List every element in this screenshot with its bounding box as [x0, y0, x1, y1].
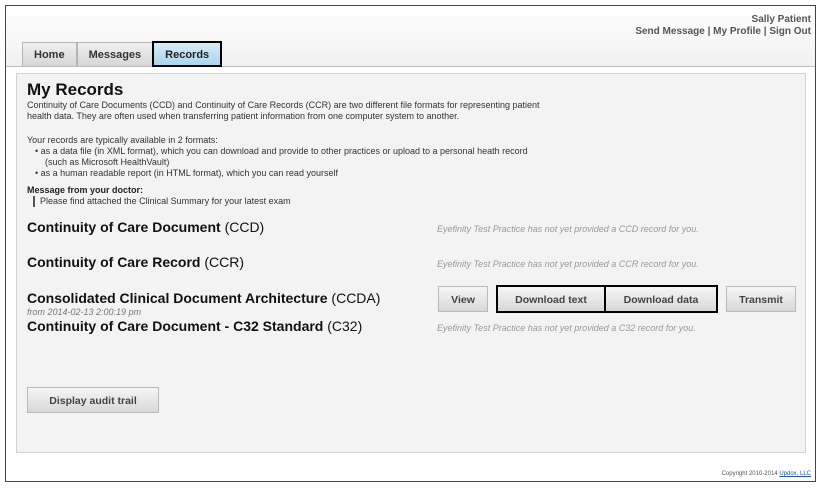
- updox-link[interactable]: Updox, LLC: [779, 471, 811, 477]
- sign-out-link[interactable]: Sign Out: [769, 26, 811, 37]
- tab-records[interactable]: Records: [152, 41, 223, 67]
- user-links: Send Message | My Profile | Sign Out: [635, 26, 811, 38]
- format-item-xml: as a data file (in XML format), which yo…: [35, 146, 528, 168]
- ccr-note: Eyefinity Test Practice has not yet prov…: [437, 259, 699, 269]
- ccd-title: Continuity of Care Document (CCD): [27, 219, 264, 235]
- ccr-abbr: (CCR): [204, 254, 245, 270]
- c32-title: Continuity of Care Document - C32 Standa…: [27, 318, 362, 334]
- app-window: Sally Patient Send Message | My Profile …: [5, 5, 816, 482]
- ccr-title-text: Continuity of Care Record: [27, 254, 201, 270]
- user-info: Sally Patient Send Message | My Profile …: [635, 14, 811, 38]
- ccd-abbr: (CCD): [224, 219, 265, 235]
- nav-tabs: Home Messages Records: [22, 41, 223, 67]
- ccda-date: from 2014-02-13 2:00:19 pm: [27, 307, 142, 317]
- tab-home[interactable]: Home: [22, 42, 77, 66]
- ccd-note: Eyefinity Test Practice has not yet prov…: [437, 224, 699, 234]
- doctor-message-title: Message from your doctor:: [27, 185, 144, 195]
- user-name: Sally Patient: [751, 14, 811, 25]
- records-panel: My Records Continuity of Care Documents …: [16, 73, 806, 453]
- transmit-button[interactable]: Transmit: [726, 286, 796, 312]
- my-profile-link[interactable]: My Profile: [713, 26, 761, 37]
- ccda-title-text: Consolidated Clinical Document Architect…: [27, 290, 328, 306]
- formats-list: as a data file (in XML format), which yo…: [35, 146, 528, 179]
- view-button[interactable]: View: [438, 286, 488, 312]
- intro-text-line-2: health data. They are often used when tr…: [27, 111, 460, 121]
- ccda-title: Consolidated Clinical Document Architect…: [27, 290, 380, 306]
- ccr-title: Continuity of Care Record (CCR): [27, 254, 244, 270]
- copyright-text: Copyright 2010-2014: [721, 471, 778, 477]
- page-title: My Records: [27, 80, 124, 99]
- c32-note: Eyefinity Test Practice has not yet prov…: [437, 323, 696, 333]
- c32-title-text: Continuity of Care Document - C32 Standa…: [27, 318, 324, 334]
- format-item-xml-cont: (such as Microsoft HealthVault): [45, 157, 170, 167]
- format-item-xml-text: as a data file (in XML format), which yo…: [40, 146, 528, 156]
- footer: Copyright 2010-2014 Updox, LLC: [722, 471, 811, 477]
- header: Sally Patient Send Message | My Profile …: [6, 6, 815, 67]
- send-message-link[interactable]: Send Message: [635, 26, 704, 37]
- link-separator: |: [704, 26, 714, 37]
- doctor-message-body: Please find attached the Clinical Summar…: [33, 196, 291, 207]
- ccda-abbr: (CCDA): [331, 290, 381, 306]
- intro-text-line-1: Continuity of Care Documents (CCD) and C…: [27, 100, 540, 110]
- formats-intro: Your records are typically available in …: [27, 135, 218, 145]
- download-data-button[interactable]: Download data: [604, 285, 718, 313]
- main-content: My Records Continuity of Care Documents …: [6, 67, 815, 457]
- tab-messages[interactable]: Messages: [76, 42, 154, 66]
- c32-abbr: (C32): [327, 318, 363, 334]
- display-audit-trail-button[interactable]: Display audit trail: [27, 387, 159, 413]
- download-text-button[interactable]: Download text: [496, 285, 606, 313]
- format-item-html: as a human readable report (in HTML form…: [35, 168, 528, 179]
- ccd-title-text: Continuity of Care Document: [27, 219, 221, 235]
